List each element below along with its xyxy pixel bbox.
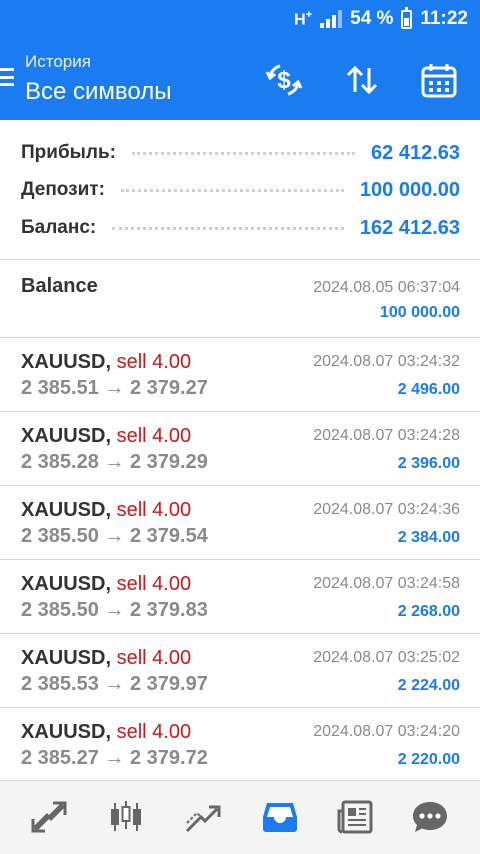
balance-entry-amount: 100 000.00 (379, 304, 460, 321)
summary-value: 100 000.00 (359, 178, 460, 201)
summary-row-profit: Прибыль: 62 412.63 (21, 138, 460, 168)
network-type: H+ (294, 8, 313, 29)
summary-label: Прибыль: (21, 142, 116, 163)
tab-news[interactable] (334, 795, 378, 839)
deal-row[interactable]: XAUUSD, sell 4.00 2 385.28 → 2 379.29 20… (0, 412, 480, 486)
summary-label: Депозит: (21, 179, 105, 200)
deal-side: sell 4.00 (116, 499, 192, 521)
battery-percent: 54 % (350, 8, 394, 29)
signal-icon (320, 10, 343, 28)
news-icon (337, 800, 373, 834)
deal-symbol: XAUUSD, (21, 647, 112, 669)
svg-text:$: $ (277, 67, 291, 94)
deal-symbol: XAUUSD, (21, 425, 112, 447)
deal-prices: 2 385.50 → 2 379.54 (21, 525, 208, 547)
balance-entry[interactable]: Balance 2024.08.05 06:37:04 100 000.00 (0, 261, 480, 338)
deal-time: 2024.08.07 03:24:20 (313, 723, 460, 740)
status-bar: H+ 54 % 11:22 (0, 0, 480, 36)
clock: 11:22 (420, 8, 468, 29)
deal-side: sell 4.00 (116, 573, 192, 595)
balance-entry-time: 2024.08.05 06:37:04 (313, 279, 460, 296)
tab-history[interactable] (258, 795, 302, 839)
deal-profit: 2 268.00 (397, 603, 460, 620)
period-button[interactable] (417, 58, 461, 102)
tab-chat[interactable] (408, 795, 452, 839)
deal-prices: 2 385.50 → 2 379.83 (21, 599, 208, 621)
status-indicators: H+ 54 % 11:22 (294, 6, 468, 32)
calendar-icon (421, 64, 457, 98)
deal-prices: 2 385.53 → 2 379.97 (21, 673, 208, 695)
deal-profit: 2 496.00 (397, 381, 460, 398)
deal-profit: 2 224.00 (397, 677, 460, 694)
sort-icon (346, 65, 378, 95)
quotes-icon (31, 801, 67, 833)
deal-time: 2024.08.07 03:25:02 (313, 649, 460, 666)
deal-symbol: XAUUSD, (21, 351, 112, 373)
app-bar-subtitle: История (25, 52, 91, 71)
deal-side: sell 4.00 (116, 425, 192, 447)
deal-row[interactable]: XAUUSD, sell 4.00 2 385.53 → 2 379.97 20… (0, 634, 480, 708)
deal-symbol: XAUUSD, (21, 499, 112, 521)
deal-time: 2024.08.07 03:24:36 (313, 501, 460, 518)
deal-time: 2024.08.07 03:24:58 (313, 575, 460, 592)
deal-prices: 2 385.28 → 2 379.29 (21, 451, 208, 473)
deal-prices: 2 385.51 → 2 379.27 (21, 377, 208, 399)
deal-row[interactable]: XAUUSD, sell 4.00 2 385.51 → 2 379.27 20… (0, 338, 480, 412)
deal-symbol: XAUUSD, (21, 573, 112, 595)
deal-time: 2024.08.07 03:24:28 (313, 427, 460, 444)
deal-side: sell 4.00 (116, 721, 192, 743)
tab-trade[interactable] (181, 795, 225, 839)
deal-row[interactable]: XAUUSD, sell 4.00 2 385.50 → 2 379.83 20… (0, 560, 480, 634)
tab-chart[interactable] (104, 795, 148, 839)
deal-profit: 2 396.00 (397, 455, 460, 472)
deals-filter-button[interactable]: $ (262, 58, 306, 102)
battery-icon (401, 6, 413, 29)
chart-icon (111, 801, 141, 831)
deal-prices: 2 385.27 → 2 379.72 (21, 747, 208, 769)
account-summary: Прибыль: 62 412.63 Депозит: 100 000.00 Б… (0, 120, 480, 260)
menu-icon[interactable] (0, 68, 14, 86)
deal-side: sell 4.00 (116, 351, 192, 373)
sort-button[interactable] (340, 58, 384, 102)
chat-icon (413, 802, 447, 832)
summary-value: 162 412.63 (359, 216, 460, 239)
summary-row-deposit: Депозит: 100 000.00 (21, 175, 460, 205)
deal-side: sell 4.00 (116, 647, 192, 669)
deal-time: 2024.08.07 03:24:32 (313, 353, 460, 370)
summary-row-balance: Баланс: 162 412.63 (21, 213, 460, 243)
app-bar: История Все символы $ (0, 36, 480, 120)
deal-symbol: XAUUSD, (21, 721, 112, 743)
history-icon (263, 803, 297, 832)
balance-entry-name: Balance (21, 275, 98, 297)
deal-profit: 2 384.00 (397, 529, 460, 546)
summary-value: 62 412.63 (371, 141, 460, 164)
deal-row[interactable]: XAUUSD, sell 4.00 2 385.50 → 2 379.54 20… (0, 486, 480, 560)
tab-quotes[interactable] (27, 795, 71, 839)
trade-icon (185, 805, 221, 833)
dollar-swap-icon: $ (265, 64, 303, 96)
deal-profit: 2 220.00 (397, 751, 460, 768)
symbol-filter[interactable]: Все символы (25, 78, 171, 106)
bottom-navigation (0, 780, 480, 854)
deal-row[interactable]: XAUUSD, sell 4.00 2 385.27 → 2 379.72 20… (0, 708, 480, 782)
summary-label: Баланс: (21, 217, 97, 238)
